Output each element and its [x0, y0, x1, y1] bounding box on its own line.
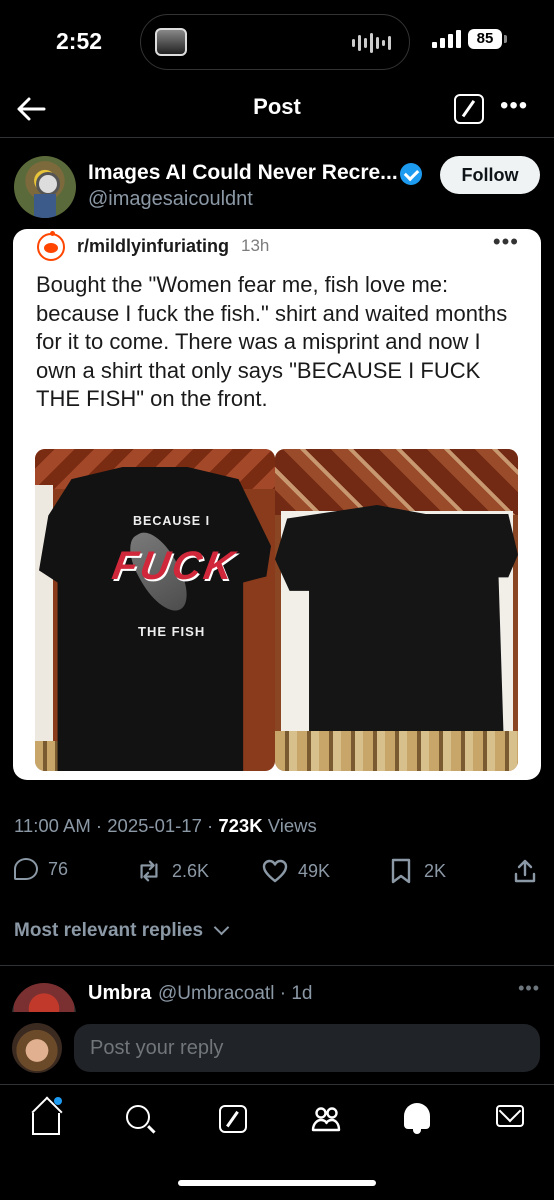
views-count: 723K — [218, 815, 263, 836]
author-avatar[interactable] — [14, 156, 76, 218]
shirt-print-line2: FUCK — [109, 544, 241, 588]
status-bar: 2:52 85 — [0, 0, 554, 84]
bookmark-count: 2K — [424, 860, 447, 881]
bookmark-icon — [391, 858, 411, 884]
reply-icon — [14, 858, 38, 880]
shirt-print-line1: BECAUSE I — [133, 514, 211, 528]
post-image[interactable]: r/mildlyinfuriating 13h ••• Bought the "… — [13, 229, 541, 780]
reply-more-icon[interactable]: ••• — [518, 978, 540, 999]
top-header: Post ••• — [0, 84, 554, 138]
heart-icon — [262, 859, 288, 883]
reddit-more-icon: ••• — [492, 229, 519, 254]
shirt-front-photo: BECAUSE I FUCK THE FISH — [35, 449, 275, 771]
reddit-logo-icon — [37, 231, 65, 261]
signal-icon — [432, 30, 461, 48]
repost-button[interactable]: 2.6K — [136, 858, 209, 884]
author-name[interactable]: Images AI Could Never Recre... — [88, 161, 398, 185]
action-bar: 76 2.6K 49K 2K — [0, 858, 554, 894]
share-icon — [514, 859, 536, 883]
views-label: Views — [267, 815, 317, 836]
share-button[interactable] — [512, 858, 538, 884]
tshirt-back — [275, 505, 518, 731]
status-time: 2:52 — [56, 28, 103, 54]
like-button[interactable]: 49K — [262, 858, 330, 884]
notification-dot — [54, 1097, 62, 1105]
divider — [0, 965, 554, 966]
notifications-bell-icon[interactable] — [404, 1103, 430, 1134]
post-age: 13h — [241, 236, 270, 255]
now-playing-thumbnail — [155, 28, 187, 56]
grok-icon[interactable] — [454, 94, 484, 124]
audio-wave-icon — [352, 33, 391, 53]
post-date: 2025-01-17 — [107, 815, 202, 836]
grok-icon[interactable] — [219, 1105, 247, 1133]
reply-button[interactable]: 76 — [14, 858, 68, 880]
repost-count: 2.6K — [172, 860, 210, 881]
repost-icon — [140, 860, 158, 882]
reply-author-name[interactable]: Umbra — [88, 982, 151, 1005]
follow-button[interactable]: Follow — [440, 156, 540, 194]
tshirt-front — [39, 467, 271, 771]
shirt-print-line3: THE FISH — [138, 624, 206, 639]
verified-badge-icon — [400, 163, 422, 185]
my-avatar — [12, 1023, 62, 1073]
floor-tile — [275, 731, 518, 771]
communities-icon[interactable] — [310, 1103, 342, 1135]
post-time: 11:00 AM — [14, 815, 91, 836]
post-meta: 11:00 AM · 2025-01-17 · 723K Views — [14, 815, 317, 836]
reply-input[interactable] — [74, 1024, 540, 1072]
bookmark-button[interactable]: 2K — [388, 858, 446, 884]
subreddit-name: r/mildlyinfuriating — [77, 236, 230, 256]
messages-icon[interactable] — [496, 1105, 524, 1127]
home-icon[interactable] — [32, 1113, 60, 1135]
chevron-down-icon[interactable] — [213, 919, 230, 936]
search-icon[interactable] — [126, 1105, 150, 1129]
reddit-post-text: Bought the "Women fear me, fish love me:… — [36, 272, 508, 411]
shirt-back-photo — [275, 449, 518, 771]
reply-count: 76 — [48, 858, 69, 879]
reply-composer — [0, 1012, 554, 1084]
more-options-icon[interactable]: ••• — [500, 92, 528, 120]
replies-sort-dropdown[interactable]: Most relevant replies — [14, 920, 203, 942]
home-indicator — [178, 1180, 376, 1186]
author-handle[interactable]: @imagesaicouldnt — [88, 188, 253, 211]
battery-icon: 85 — [468, 29, 507, 49]
reply-author-handle[interactable]: @Umbracoatl · 1d — [158, 983, 312, 1005]
rug-pattern — [275, 449, 518, 515]
like-count: 49K — [298, 860, 331, 881]
dynamic-island[interactable] — [140, 14, 410, 70]
